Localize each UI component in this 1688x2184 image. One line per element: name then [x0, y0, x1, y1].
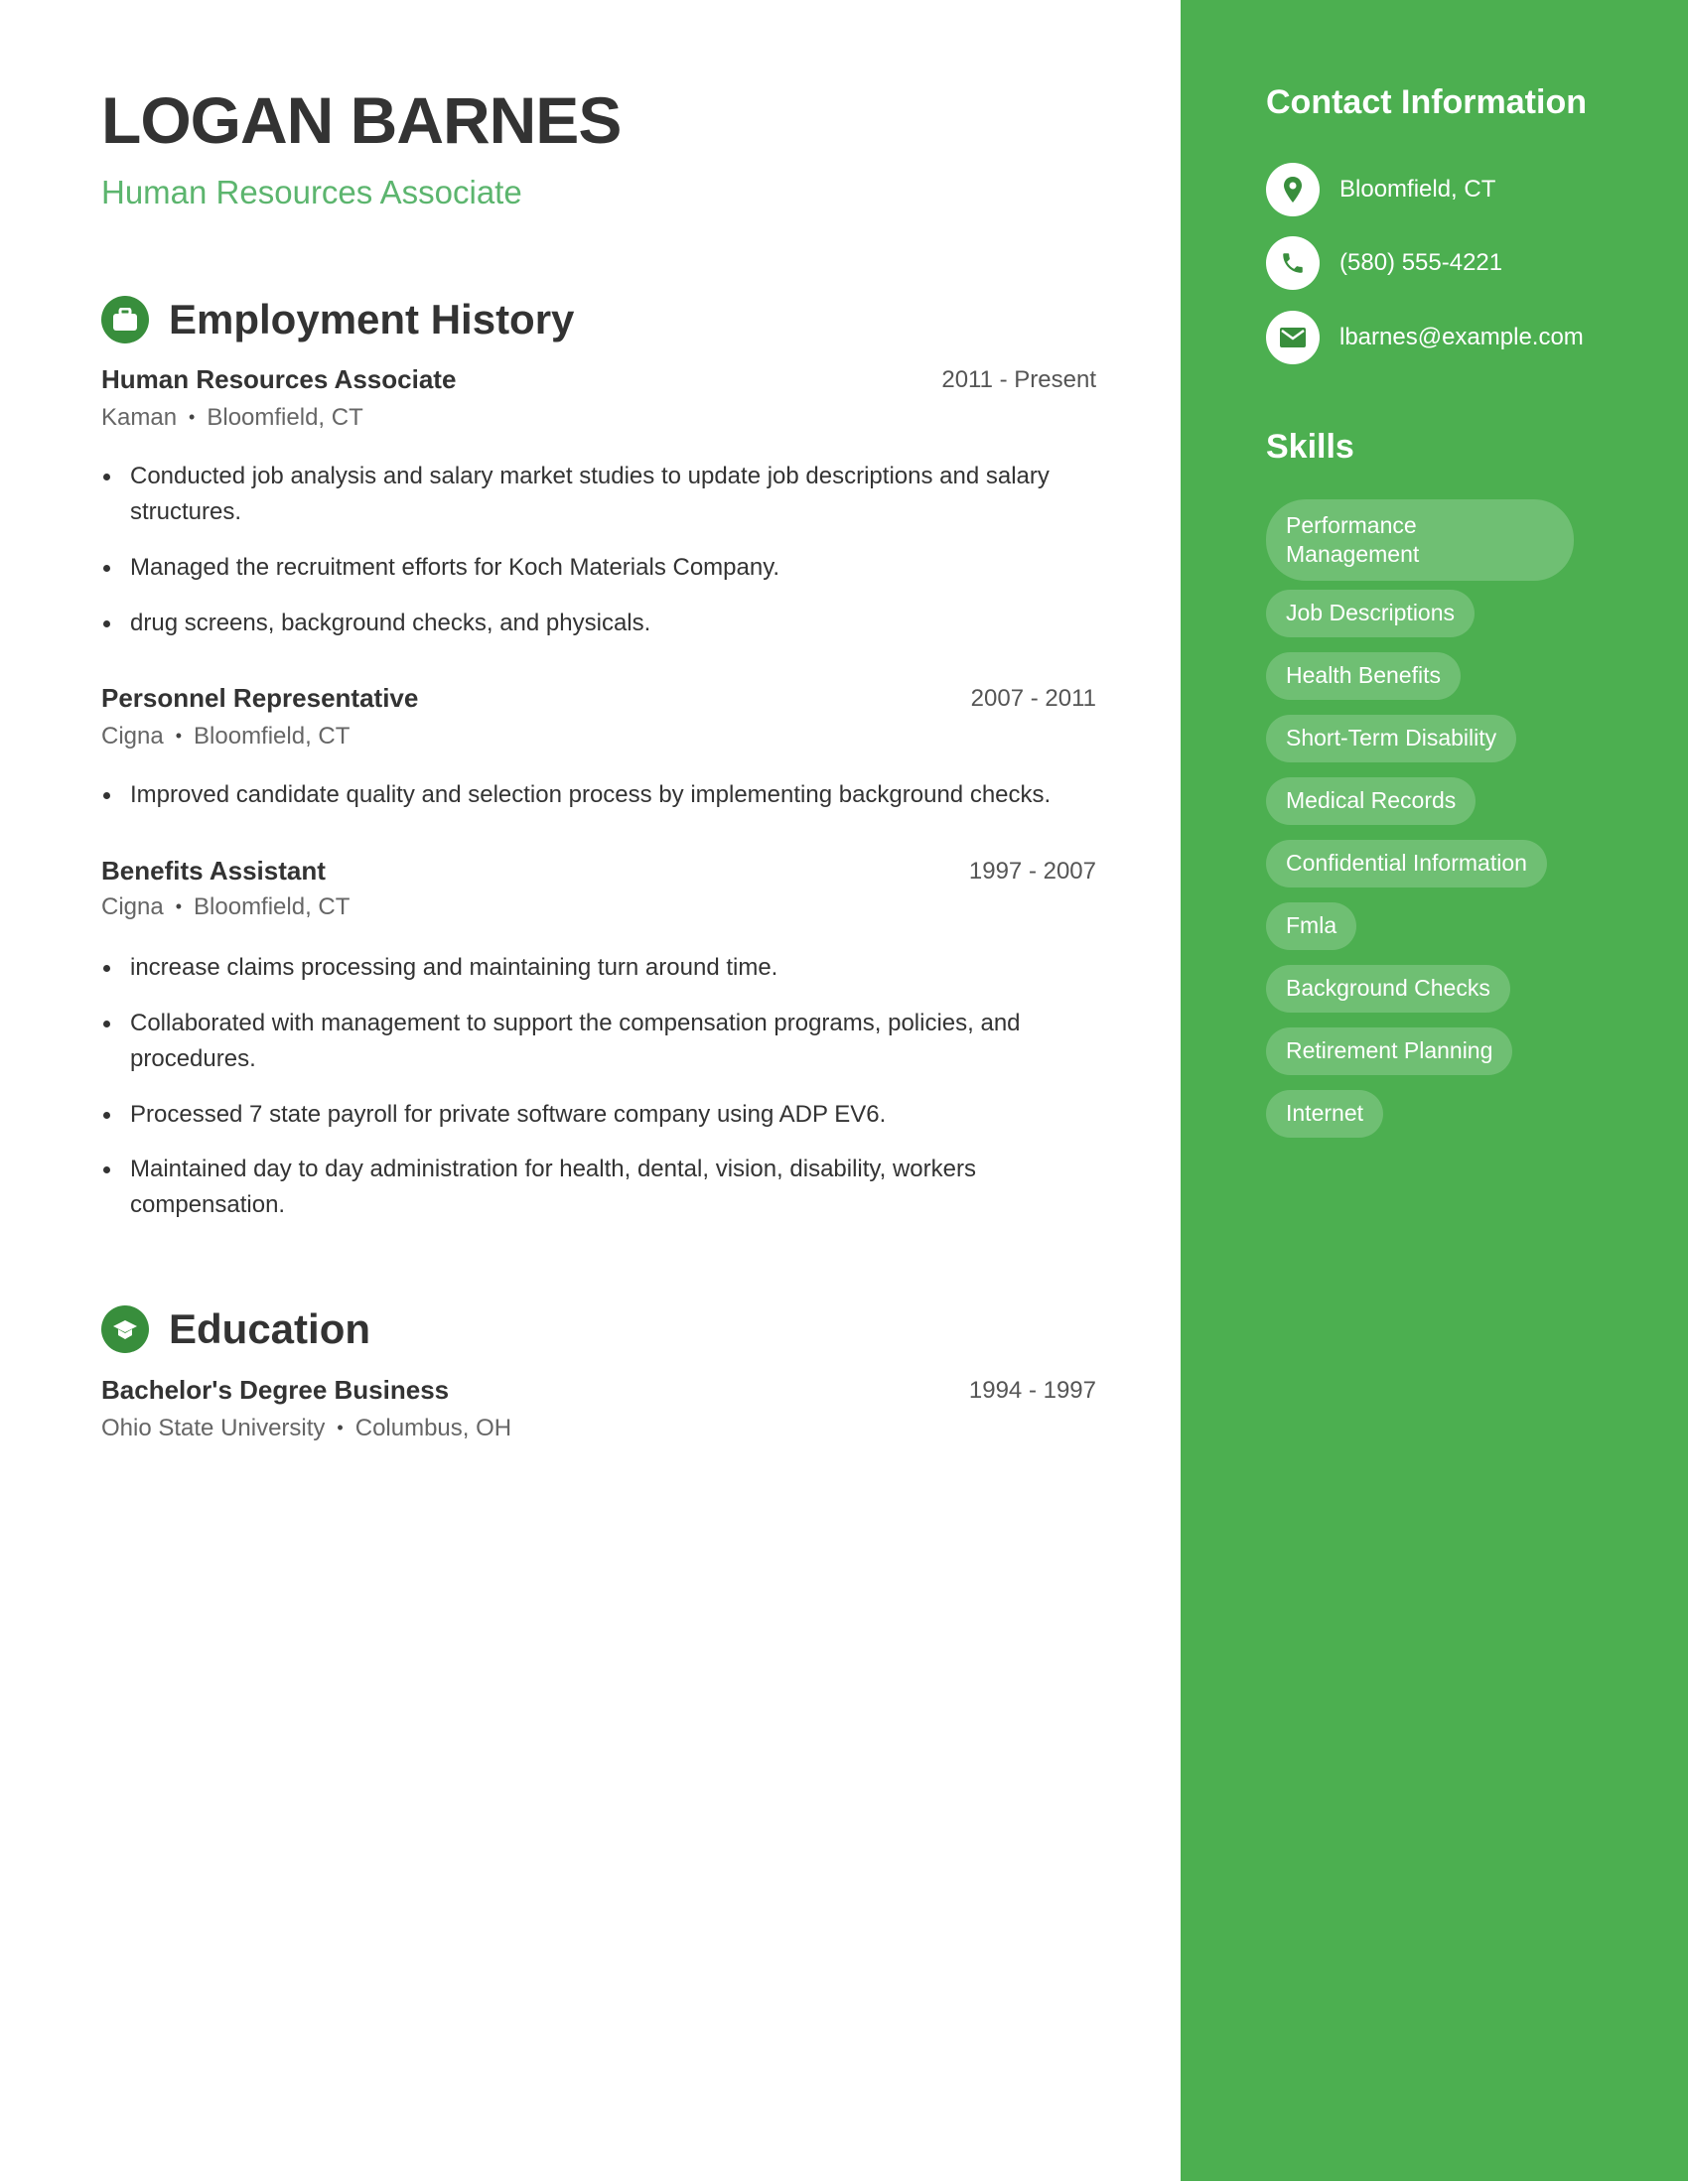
separator-dot: • — [337, 1418, 344, 1437]
education-dates: 1994 - 1997 — [968, 1377, 1096, 1404]
school-location: Ohio State University • Columbus, OH — [101, 1417, 511, 1440]
job-company-location: Cigna • Bloomfield, CT — [101, 725, 350, 749]
job-dates: 2007 - 2011 — [970, 685, 1096, 712]
candidate-name: LOGAN BARNES — [101, 83, 622, 157]
job-dates: 2011 - Present — [941, 366, 1096, 393]
job-bullet: drug screens, background checks, and phy… — [101, 606, 1084, 641]
contact-email: lbarnes@example.com — [1266, 311, 1584, 364]
skill-pill: Job Descriptions — [1266, 590, 1476, 637]
separator-dot: • — [175, 726, 183, 746]
job-company-location: Cigna • Bloomfield, CT — [101, 895, 350, 919]
location: Bloomfield, CT — [194, 893, 351, 920]
contact-phone: (580) 555-4221 — [1266, 236, 1502, 290]
contact-location-text: Bloomfield, CT — [1339, 176, 1496, 203]
location: Columbus, OH — [354, 1415, 512, 1441]
graduation-cap-icon — [101, 1305, 149, 1353]
skill-pill: Internet — [1266, 1090, 1383, 1138]
job-bullet: Conducted job analysis and salary market… — [101, 459, 1084, 530]
employment-history-heading: Employment History — [101, 296, 574, 343]
contact-email-text: lbarnes@example.com — [1339, 324, 1584, 350]
skill-pill: Fmla — [1266, 902, 1357, 950]
company: Kaman — [101, 404, 178, 431]
job-bullet: Processed 7 state payroll for private so… — [101, 1097, 1084, 1133]
job-bullet: increase claims processing and maintaini… — [101, 950, 1084, 986]
company: Cigna — [101, 723, 164, 750]
separator-dot: • — [189, 407, 196, 427]
contact-location: Bloomfield, CT — [1266, 163, 1495, 216]
candidate-title: Human Resources Associate — [101, 174, 522, 210]
education-heading: Education — [101, 1305, 370, 1353]
skill-pill: Health Benefits — [1266, 652, 1461, 700]
job-bullet: Managed the recruitment efforts for Koch… — [101, 550, 1084, 586]
job-dates: 1997 - 2007 — [968, 858, 1096, 885]
location-pin-icon — [1266, 163, 1320, 216]
school: Ohio State University — [101, 1415, 326, 1441]
degree-title: Bachelor's Degree Business — [101, 1375, 450, 1405]
job-title: Benefits Assistant — [101, 856, 326, 886]
job-title: Personnel Representative — [101, 683, 419, 713]
skill-pill: Background Checks — [1266, 965, 1510, 1013]
job-bullet: Collaborated with management to support … — [101, 1006, 1084, 1077]
location: Bloomfield, CT — [194, 723, 351, 750]
contact-phone-text: (580) 555-4221 — [1339, 249, 1503, 276]
location: Bloomfield, CT — [207, 404, 363, 431]
company: Cigna — [101, 893, 164, 920]
section-title: Employment History — [169, 296, 575, 342]
separator-dot: • — [175, 896, 183, 916]
contact-heading: Contact Information — [1266, 83, 1587, 121]
skill-pill: Short-Term Disability — [1266, 715, 1517, 762]
skill-pill: Retirement Planning — [1266, 1027, 1513, 1075]
job-bullet: Maintained day to day administration for… — [101, 1152, 1084, 1223]
sidebar: Contact Information Bloomfield, CT (580)… — [1181, 0, 1688, 2181]
skill-pill: Medical Records — [1266, 777, 1477, 825]
skills-heading: Skills — [1266, 428, 1354, 466]
email-icon — [1266, 311, 1320, 364]
skill-pill: Performance Management — [1266, 499, 1574, 581]
skill-pill: Confidential Information — [1266, 840, 1547, 887]
phone-icon — [1266, 236, 1320, 290]
briefcase-icon — [101, 296, 149, 343]
job-bullet: Improved candidate quality and selection… — [101, 777, 1084, 813]
job-title: Human Resources Associate — [101, 364, 457, 394]
job-company-location: Kaman • Bloomfield, CT — [101, 406, 363, 430]
section-title: Education — [169, 1305, 371, 1352]
